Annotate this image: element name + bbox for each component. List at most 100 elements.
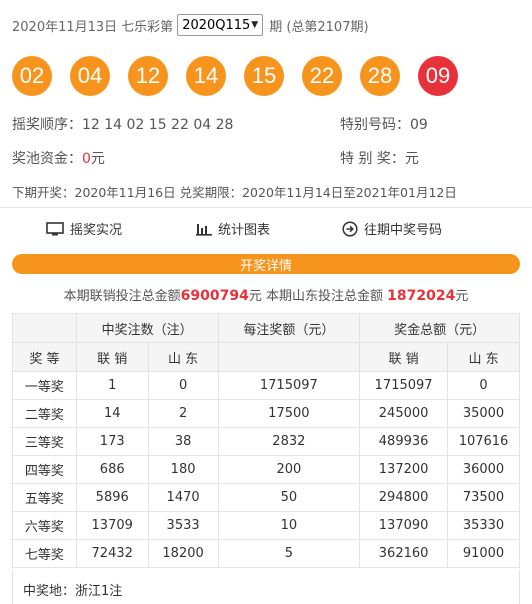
header-lx: 联 销 (75, 342, 149, 372)
monitor-icon (46, 221, 64, 235)
count-sd: 38 (147, 427, 219, 456)
ball: 28 (360, 56, 400, 96)
total-sd: 35330 (447, 511, 520, 540)
count-sd: 2 (147, 399, 219, 428)
issue-suffix: 期 (总第2107期) (269, 19, 369, 35)
table-row: 七等奖 72432 18200 5 362160 91000 (12, 539, 520, 568)
total-sd: 35000 (447, 399, 520, 428)
count-lx: 13709 (75, 511, 149, 540)
live-draw-label: 摇奖实况 (70, 223, 123, 238)
special-number-label: 特别号码： (340, 117, 410, 133)
count-lx: 173 (75, 427, 149, 456)
total-lx: 137090 (359, 511, 449, 540)
total-sd: 0 (447, 371, 520, 400)
issue-select[interactable]: 2020Q115 ▼ (177, 14, 264, 36)
special-prize-unit: 元 (404, 151, 419, 167)
total-lx: 1715097 (359, 371, 449, 400)
count-lx: 686 (75, 455, 149, 484)
header-per: 每注奖额（元） (217, 313, 361, 343)
ball: 04 (70, 56, 110, 96)
history-label: 往期中奖号码 (364, 223, 443, 238)
per-prize: 1715097 (217, 371, 361, 400)
count-sd: 180 (147, 455, 219, 484)
header-count: 中奖注数（注） (75, 313, 219, 343)
table-row: 三等奖 173 38 2832 489936 107616 (12, 427, 520, 456)
per-prize: 10 (217, 511, 361, 540)
count-lx: 1 (75, 371, 149, 400)
header-sd2: 山 东 (447, 342, 520, 372)
ball: 15 (244, 56, 284, 96)
table-row: 五等奖 5896 1470 50 294800 73500 (12, 483, 520, 512)
sales-shandong: 1872024 (387, 288, 456, 304)
draw-order-value: 12 14 02 15 22 04 28 (82, 117, 234, 133)
header-total: 奖金总额（元） (359, 313, 520, 343)
count-sd: 18200 (147, 539, 219, 568)
count-sd: 0 (147, 371, 219, 400)
winning-numbers: 02 04 12 14 15 22 28 09 (12, 56, 458, 96)
per-prize: 2832 (217, 427, 361, 456)
prize-level: 六等奖 (12, 511, 77, 540)
total-lx: 362160 (359, 539, 449, 568)
header-per-empty (217, 342, 361, 372)
sales-text-3: 元 (455, 289, 469, 304)
table-row: 四等奖 686 180 200 137200 36000 (12, 455, 520, 484)
prize-pool-label: 奖池资金： (12, 151, 82, 167)
table-row: 一等奖 1 0 1715097 1715097 0 (12, 371, 520, 400)
count-lx: 14 (75, 399, 149, 428)
total-lx: 137200 (359, 455, 449, 484)
total-lx: 294800 (359, 483, 449, 512)
special-ball: 09 (418, 56, 458, 96)
draw-date: 2020年11月13日 (12, 19, 118, 35)
bar-chart-icon (196, 223, 212, 236)
count-lx: 72432 (75, 539, 149, 568)
total-lx: 489936 (359, 427, 449, 456)
next-draw-info: 下期开奖：2020年11月16日 兑奖期限：2020年11月14日至2021年0… (12, 185, 457, 200)
special-number-value: 09 (410, 117, 428, 133)
prize-pool-unit: 元 (90, 151, 105, 167)
per-prize: 50 (217, 483, 361, 512)
ball: 12 (128, 56, 168, 96)
special-prize: 特 别 奖：元 (340, 148, 419, 168)
total-sd: 107616 (447, 427, 520, 456)
ball: 22 (302, 56, 342, 96)
special-number: 特别号码：09 (340, 114, 428, 134)
header-level: 奖 等 (12, 342, 77, 372)
draw-order: 摇奖顺序：12 14 02 15 22 04 28 (12, 114, 233, 134)
prize-level: 四等奖 (12, 455, 77, 484)
live-draw-link[interactable]: 摇奖实况 (46, 219, 122, 238)
issue-select-value: 2020Q115 (182, 17, 251, 33)
prize-level: 五等奖 (12, 483, 77, 512)
prize-level: 七等奖 (12, 539, 77, 568)
special-prize-label: 特 别 奖： (340, 151, 405, 167)
prize-level: 二等奖 (12, 399, 77, 428)
count-sd: 3533 (147, 511, 219, 540)
history-link[interactable]: 往期中奖号码 (342, 219, 442, 238)
arrow-circle-right-icon (342, 220, 358, 237)
ball: 14 (186, 56, 226, 96)
winning-location: 中奖地：浙江1注 (12, 570, 520, 604)
total-sd: 73500 (447, 483, 520, 512)
prize-pool: 奖池资金：0元 (12, 148, 105, 168)
total-sd: 91000 (447, 539, 520, 568)
header-empty (12, 313, 77, 343)
prize-level: 三等奖 (12, 427, 77, 456)
per-prize: 5 (217, 539, 361, 568)
sales-text-2: 元 本期山东投注总金额 (248, 289, 383, 304)
prize-level: 一等奖 (12, 371, 77, 400)
sales-text-1: 本期联销投注总金额 (63, 289, 181, 304)
table-row: 六等奖 13709 3533 10 137090 35330 (12, 511, 520, 540)
count-lx: 5896 (75, 483, 149, 512)
prize-pool-value: 0 (82, 151, 91, 167)
quick-links: 摇奖实况 统计图表 往期中奖号码 (0, 219, 532, 241)
total-lx: 245000 (359, 399, 449, 428)
total-sd: 36000 (447, 455, 520, 484)
divider (0, 207, 532, 208)
lottery-name: 七乐彩第 (121, 19, 174, 35)
header-sd: 山 东 (147, 342, 219, 372)
count-sd: 1470 (147, 483, 219, 512)
stats-chart-link[interactable]: 统计图表 (196, 219, 270, 238)
chevron-down-icon: ▼ (251, 20, 259, 30)
prize-table: 中奖注数（注） 每注奖额（元） 奖金总额（元） 奖 等 联 销 山 东 联 销 … (12, 313, 520, 568)
per-prize: 17500 (217, 399, 361, 428)
table-row: 二等奖 14 2 17500 245000 35000 (12, 399, 520, 428)
